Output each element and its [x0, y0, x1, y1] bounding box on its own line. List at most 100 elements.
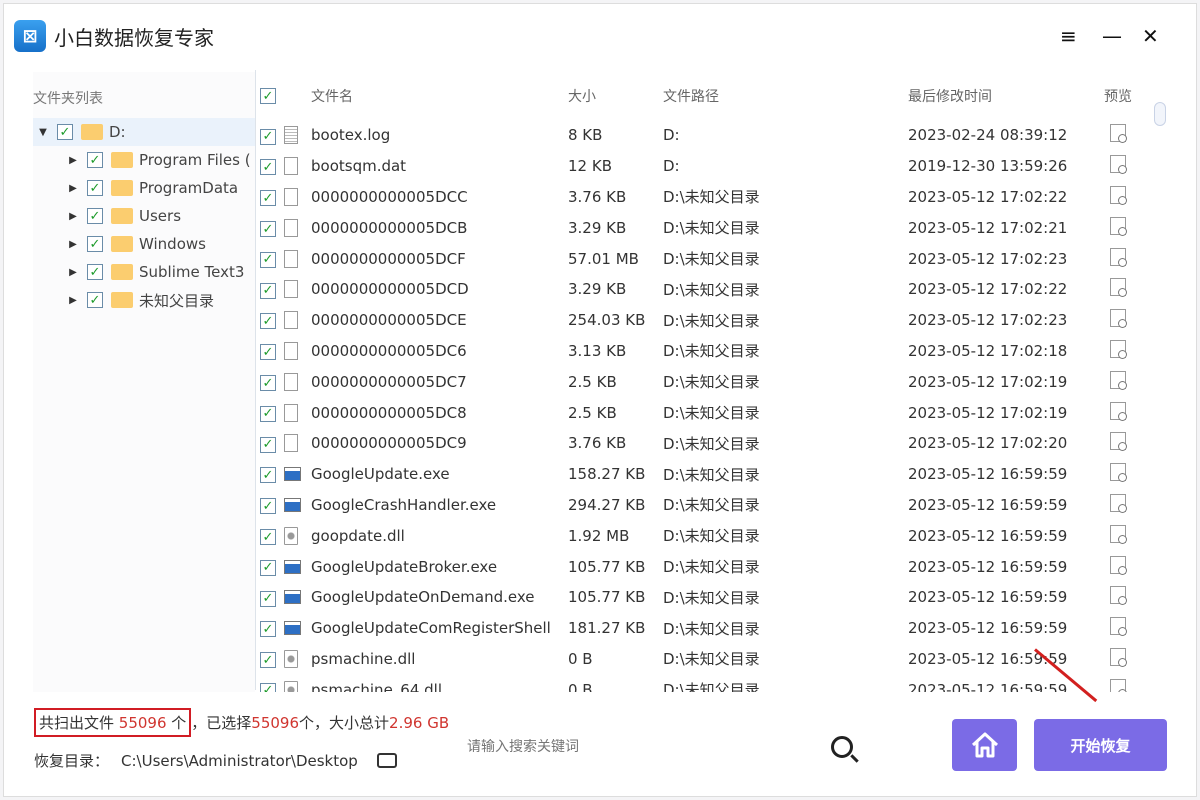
- table-row[interactable]: ✓ GoogleUpdateOnDemand.exe 105.77 KB D:\…: [258, 582, 1153, 613]
- menu-icon[interactable]: ≡: [1060, 24, 1077, 48]
- row-checkbox[interactable]: ✓: [260, 159, 276, 176]
- preview-icon[interactable]: [1110, 247, 1127, 267]
- tree-node[interactable]: ▶ ✓ Sublime Text3: [33, 258, 255, 286]
- table-row[interactable]: ✓ goopdate.dll 1.92 MB D:\未知父目录 2023-05-…: [258, 520, 1153, 551]
- preview-icon[interactable]: [1110, 216, 1127, 236]
- tree-checkbox[interactable]: ✓: [87, 152, 103, 168]
- row-checkbox[interactable]: ✓: [260, 251, 276, 268]
- table-row[interactable]: ✓ GoogleUpdateBroker.exe 105.77 KB D:\未知…: [258, 551, 1153, 582]
- scrollbar[interactable]: [1153, 100, 1167, 690]
- row-checkbox[interactable]: ✓: [260, 467, 276, 484]
- table-row[interactable]: ✓ GoogleUpdateComRegisterShell 181.27 KB…: [258, 613, 1153, 644]
- row-checkbox[interactable]: ✓: [260, 282, 276, 299]
- folder-open-icon[interactable]: [377, 753, 398, 768]
- row-checkbox[interactable]: ✓: [260, 221, 276, 238]
- tree-checkbox[interactable]: ✓: [87, 264, 103, 280]
- table-row[interactable]: ✓ 0000000000005DCD 3.29 KB D:\未知父目录 2023…: [258, 274, 1153, 305]
- file-size: 3.29 KB: [568, 218, 627, 237]
- table-row[interactable]: ✓ GoogleCrashHandler.exe 294.27 KB D:\未知…: [258, 490, 1153, 521]
- row-checkbox[interactable]: ✓: [260, 128, 276, 145]
- caret-right-icon[interactable]: ▶: [67, 155, 79, 166]
- row-checkbox[interactable]: ✓: [260, 313, 276, 330]
- preview-icon[interactable]: [1110, 155, 1127, 175]
- table-row[interactable]: ✓ bootsqm.dat 12 KB D: 2019-12-30 13:59:…: [258, 151, 1153, 182]
- start-recovery-button[interactable]: 开始恢复: [1034, 719, 1167, 771]
- caret-right-icon[interactable]: ▶: [67, 211, 79, 222]
- caret-right-icon[interactable]: ▶: [67, 295, 79, 306]
- table-row[interactable]: ✓ 0000000000005DC6 3.13 KB D:\未知父目录 2023…: [258, 336, 1153, 367]
- row-checkbox[interactable]: ✓: [260, 590, 276, 607]
- preview-icon[interactable]: [1110, 401, 1127, 421]
- tree-node[interactable]: ▶ ✓ Program Files (: [33, 146, 255, 174]
- preview-icon[interactable]: [1110, 524, 1127, 544]
- tree-node[interactable]: ▶ ✓ 未知父目录: [33, 286, 255, 314]
- row-checkbox[interactable]: ✓: [260, 682, 276, 692]
- file-path: D:\未知父目录: [663, 373, 760, 392]
- file-time: 2023-05-12 17:02:22: [908, 187, 1068, 206]
- table-row[interactable]: ✓ 0000000000005DCF 57.01 MB D:\未知父目录 202…: [258, 243, 1153, 274]
- table-row[interactable]: ✓ GoogleUpdate.exe 158.27 KB D:\未知父目录 20…: [258, 459, 1153, 490]
- scrollbar-thumb[interactable]: [1154, 102, 1166, 126]
- preview-icon[interactable]: [1110, 278, 1127, 298]
- panel-divider[interactable]: [255, 70, 256, 690]
- row-checkbox[interactable]: ✓: [260, 621, 276, 638]
- table-row[interactable]: ✓ psmachine.dll 0 B D:\未知父目录 2023-05-12 …: [258, 644, 1153, 675]
- tree-checkbox[interactable]: ✓: [87, 292, 103, 308]
- preview-icon[interactable]: [1110, 463, 1127, 483]
- tree-checkbox[interactable]: ✓: [57, 124, 73, 140]
- table-row[interactable]: ✓ 0000000000005DCC 3.76 KB D:\未知父目录 2023…: [258, 182, 1153, 213]
- preview-icon[interactable]: [1110, 586, 1127, 606]
- preview-icon[interactable]: [1110, 617, 1127, 637]
- file-path: D:\未知父目录: [663, 558, 760, 577]
- tree-node[interactable]: ▶ ✓ ProgramData: [33, 174, 255, 202]
- col-name[interactable]: 文件名: [311, 86, 568, 106]
- preview-icon[interactable]: [1110, 432, 1127, 452]
- table-row[interactable]: ✓ 0000000000005DCB 3.29 KB D:\未知父目录 2023…: [258, 212, 1153, 243]
- table-row[interactable]: ✓ bootex.log 8 KB D: 2023-02-24 08:39:12: [258, 120, 1153, 151]
- table-row[interactable]: ✓ psmachine_64.dll 0 B D:\未知父目录 2023-05-…: [258, 674, 1153, 692]
- preview-icon[interactable]: [1110, 493, 1127, 513]
- preview-icon[interactable]: [1110, 309, 1127, 329]
- preview-icon[interactable]: [1110, 555, 1127, 575]
- table-row[interactable]: ✓ 0000000000005DCE 254.03 KB D:\未知父目录 20…: [258, 305, 1153, 336]
- tree-checkbox[interactable]: ✓: [87, 208, 103, 224]
- preview-icon[interactable]: [1110, 370, 1127, 390]
- table-row[interactable]: ✓ 0000000000005DC7 2.5 KB D:\未知父目录 2023-…: [258, 366, 1153, 397]
- preview-icon[interactable]: [1110, 339, 1127, 359]
- row-checkbox[interactable]: ✓: [260, 652, 276, 669]
- file-time: 2023-05-12 16:59:59: [908, 526, 1068, 545]
- row-checkbox[interactable]: ✓: [260, 529, 276, 545]
- preview-icon[interactable]: [1110, 124, 1127, 144]
- col-time[interactable]: 最后修改时间: [908, 86, 1098, 106]
- preview-icon[interactable]: [1110, 647, 1127, 667]
- preview-icon[interactable]: [1110, 678, 1127, 692]
- row-checkbox[interactable]: ✓: [260, 436, 276, 453]
- file-name: 0000000000005DCB: [311, 218, 468, 237]
- col-path[interactable]: 文件路径: [663, 86, 908, 106]
- tree-node[interactable]: ▶ ✓ Windows: [33, 230, 255, 258]
- search-icon[interactable]: [831, 736, 853, 758]
- row-checkbox[interactable]: ✓: [260, 190, 276, 207]
- table-row[interactable]: ✓ 0000000000005DC9 3.76 KB D:\未知父目录 2023…: [258, 428, 1153, 459]
- caret-right-icon[interactable]: ▶: [67, 239, 79, 250]
- row-checkbox[interactable]: ✓: [260, 375, 276, 392]
- minimize-button[interactable]: —: [1102, 24, 1122, 48]
- tree-node[interactable]: ▼ ✓ D:: [33, 118, 255, 146]
- row-checkbox[interactable]: ✓: [260, 559, 276, 576]
- row-checkbox[interactable]: ✓: [260, 405, 276, 422]
- tree-checkbox[interactable]: ✓: [87, 236, 103, 252]
- caret-down-icon[interactable]: ▼: [37, 127, 49, 138]
- tree-node[interactable]: ▶ ✓ Users: [33, 202, 255, 230]
- col-size[interactable]: 大小: [568, 86, 663, 106]
- search-input[interactable]: [467, 739, 831, 755]
- select-all-checkbox[interactable]: ✓: [260, 88, 276, 105]
- close-button[interactable]: ✕: [1142, 24, 1159, 48]
- table-row[interactable]: ✓ 0000000000005DC8 2.5 KB D:\未知父目录 2023-…: [258, 397, 1153, 428]
- home-button[interactable]: [952, 719, 1017, 771]
- row-checkbox[interactable]: ✓: [260, 344, 276, 361]
- tree-checkbox[interactable]: ✓: [87, 180, 103, 196]
- row-checkbox[interactable]: ✓: [260, 498, 276, 515]
- caret-right-icon[interactable]: ▶: [67, 183, 79, 194]
- preview-icon[interactable]: [1110, 185, 1127, 205]
- caret-right-icon[interactable]: ▶: [67, 267, 79, 278]
